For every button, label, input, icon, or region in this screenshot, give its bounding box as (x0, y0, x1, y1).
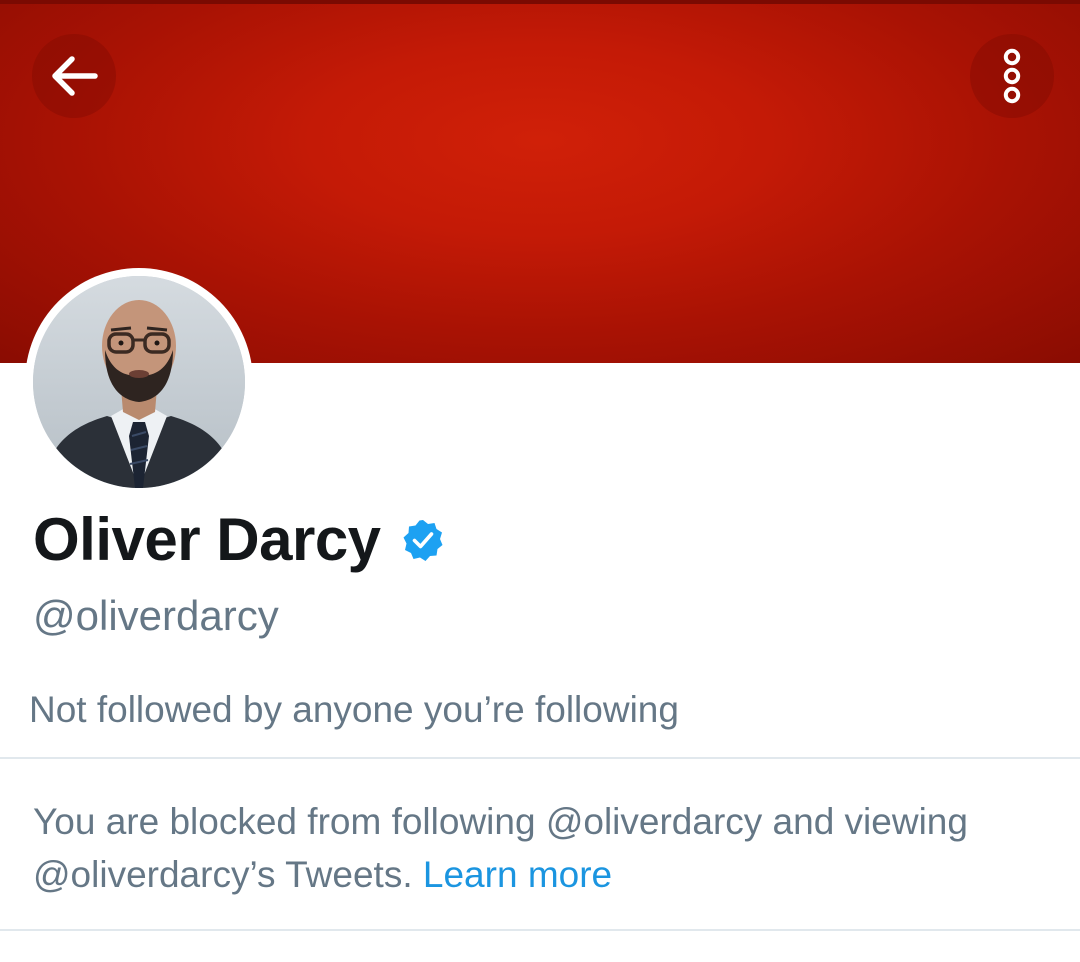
followed-by-text: Not followed by anyone you’re following (29, 689, 679, 730)
more-options-button[interactable] (970, 34, 1054, 118)
back-button[interactable] (32, 34, 116, 118)
divider (0, 929, 1080, 931)
more-vertical-icon (1000, 48, 1024, 104)
verified-badge-icon (401, 518, 445, 562)
profile-name-row: Oliver Darcy (33, 502, 445, 578)
learn-more-link[interactable]: Learn more (423, 854, 612, 895)
blocked-notice: You are blocked from following @oliverda… (33, 795, 1043, 901)
profile-handle: @oliverdarcy (33, 592, 279, 639)
avatar[interactable] (33, 276, 245, 488)
profile-avatar-frame[interactable] (25, 268, 253, 496)
display-name: Oliver Darcy (33, 506, 381, 573)
divider (0, 757, 1080, 759)
arrow-left-icon (49, 54, 99, 98)
